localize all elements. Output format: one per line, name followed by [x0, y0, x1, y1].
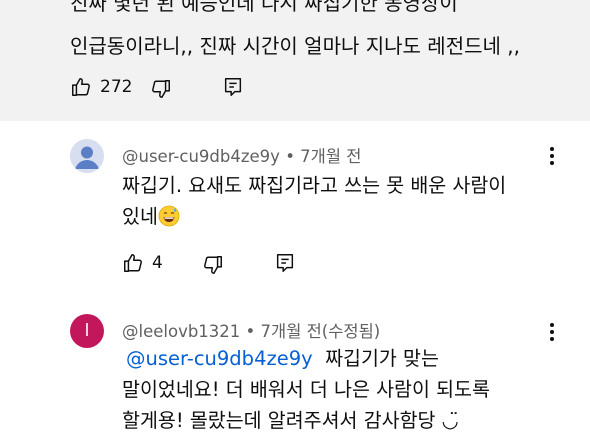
comment-text-line1: 진짜 몇년 된 예능인데 다시 짜집기한 동영상이: [70, 0, 458, 15]
avatar[interactable]: [70, 139, 104, 173]
thumbs-up-icon: [124, 254, 142, 272]
like-button[interactable]: 4: [122, 252, 163, 274]
comment-text-line1: @user-cu9db4ze9y 짜깁기가 맞는: [126, 343, 439, 374]
thumbs-down-icon: [152, 80, 170, 98]
dislike-button[interactable]: [150, 78, 172, 100]
highlighted-comment: 진짜 몇년 된 예능인데 다시 짜집기한 동영상이 인급동이라니,, 진짜 시간…: [0, 0, 590, 121]
comment-text-line1: 짜깁기. 요새도 짜집기라고 쓰는 못 배운 사람이: [122, 174, 507, 197]
more-options-icon[interactable]: [549, 322, 555, 342]
reply-button[interactable]: [274, 252, 296, 274]
author-name[interactable]: @user-cu9db4ze9y: [122, 147, 280, 166]
like-count: 272: [100, 77, 133, 97]
thumbs-up-icon: [72, 78, 90, 96]
author-name[interactable]: @leelovb1321: [122, 322, 240, 341]
reply-comment-icon: [224, 78, 242, 96]
comment-meta: @user-cu9db4ze9y • 7개월 전: [122, 143, 361, 167]
comment-text: 있네: [122, 205, 158, 228]
timestamp: • 7개월 전(수정됨): [245, 322, 381, 341]
comment-text: 짜깁기가 맞는: [325, 347, 439, 370]
grinning-sweat-emoji-icon: [158, 205, 180, 227]
avatar-letter: l: [84, 321, 90, 341]
comment-text-line3: 할게용! 몰랐는데 알려주셔서 감사함당 ◡̈: [122, 409, 459, 432]
comment-meta: @leelovb1321 • 7개월 전(수정됨): [122, 318, 380, 342]
more-options-icon[interactable]: [549, 146, 555, 166]
reply-comment-icon: [276, 254, 294, 272]
default-avatar-icon: [70, 139, 104, 173]
comment-text-line2: 있네: [122, 201, 180, 232]
mention-link[interactable]: @user-cu9db4ze9y: [126, 347, 313, 370]
like-count: 4: [152, 253, 163, 273]
thumbs-down-icon: [204, 256, 222, 274]
comment-text-line2: 말이었네요! 더 배워서 더 나은 사람이 되도록: [122, 378, 490, 401]
timestamp: • 7개월 전: [285, 147, 362, 166]
reply-button[interactable]: [222, 76, 244, 98]
dislike-button[interactable]: [202, 254, 224, 276]
comment-text-line2: 인급동이라니,, 진짜 시간이 얼마나 지나도 레전드네 ,,: [70, 34, 520, 58]
like-button[interactable]: 272: [70, 76, 132, 98]
avatar[interactable]: l: [70, 314, 104, 348]
